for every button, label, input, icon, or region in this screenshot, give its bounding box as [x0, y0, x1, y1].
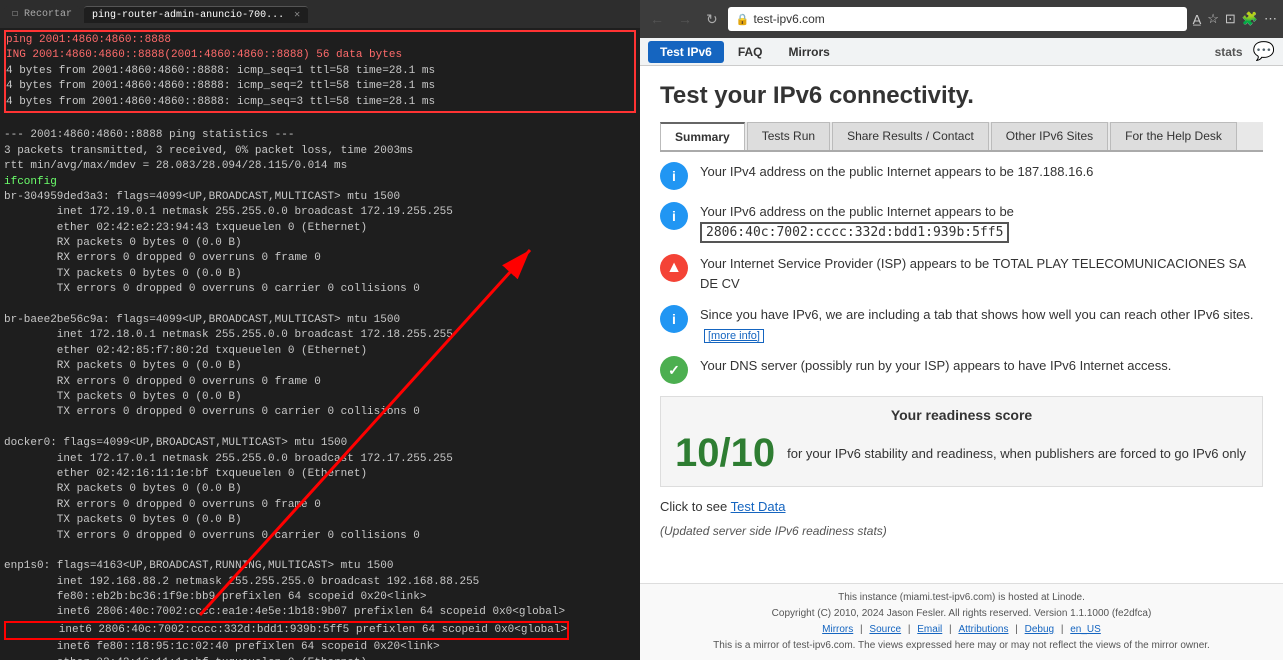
terminal-line: 4 bytes from 2001:4860:4860::8888: icmp_…: [6, 96, 435, 108]
footer-link-source[interactable]: Source: [869, 624, 901, 635]
footer-link-locale[interactable]: en_US: [1070, 624, 1101, 635]
chat-icon[interactable]: 💬: [1253, 41, 1275, 62]
terminal-line: 4 bytes from 2001:4860:4860::8888: icmp_…: [6, 80, 435, 92]
address-text: test-ipv6.com: [753, 12, 824, 26]
info-row-ipv6: i Your IPv6 address on the public Intern…: [660, 202, 1263, 242]
footer-copyright: Copyright (C) 2010, 2024 Jason Fesler. A…: [650, 606, 1273, 622]
ping-highlight-block: ping 2001:4860:4860::8888 ING 2001:4860:…: [4, 30, 636, 113]
ipv6-address-highlight: 2806:40c:7002:cccc:332d:bdd1:939b:5ff5: [700, 222, 1009, 243]
translate-icon[interactable]: A̲: [1193, 12, 1202, 27]
favorites-icon[interactable]: ☆: [1207, 11, 1219, 27]
tab-other-ipv6[interactable]: Other IPv6 Sites: [991, 122, 1108, 150]
settings-icon[interactable]: ⋯: [1264, 11, 1277, 27]
browser-chrome: ← → ↻ 🔒 test-ipv6.com A̲ ☆ ⊡ 🧩 ⋯: [640, 0, 1283, 38]
browser-footer: This instance (miami.test-ipv6.com) is h…: [640, 583, 1283, 660]
terminal-line: --- 2001:4860:4860::8888 ping statistics…: [4, 129, 413, 172]
test-data-label: Click to see: [660, 499, 727, 514]
test-data-link[interactable]: Test Data: [731, 499, 786, 514]
tab-summary[interactable]: Summary: [660, 122, 745, 150]
terminal-panel: ☐ Recortar ping-router-admin-anuncio-700…: [0, 0, 640, 660]
footer-instance: This instance (miami.test-ipv6.com) is h…: [650, 590, 1273, 606]
info-rows-container: i Your IPv4 address on the public Intern…: [660, 162, 1263, 384]
info-text-ipv6: Your IPv6 address on the public Internet…: [700, 202, 1014, 242]
info-text-isp: Your Internet Service Provider (ISP) app…: [700, 254, 1263, 293]
stats-link[interactable]: stats: [1215, 45, 1243, 59]
footer-links: Mirrors | Source | Email | Attributions …: [650, 622, 1273, 638]
readiness-score-row: 10/10 for your IPv6 stability and readin…: [675, 431, 1248, 476]
site-nav-tabs: Test IPv6 FAQ Mirrors stats 💬: [640, 38, 1283, 66]
info-icon-dns: ✓: [660, 356, 688, 384]
info-text-dns: Your DNS server (possibly run by your IS…: [700, 356, 1171, 376]
info-icon-ipv6tab: i: [660, 305, 688, 333]
footer-link-debug[interactable]: Debug: [1025, 624, 1054, 635]
tab-help-desk[interactable]: For the Help Desk: [1110, 122, 1237, 150]
terminal-line: ping 2001:4860:4860::8888: [6, 34, 171, 46]
back-button[interactable]: ←: [646, 9, 668, 29]
footer-link-attributions[interactable]: Attributions: [958, 624, 1008, 635]
page-title: Test your IPv6 connectivity.: [660, 82, 1263, 110]
collections-icon[interactable]: ⊡: [1225, 11, 1236, 27]
inet6-highlight-line: inet6 2806:40c:7002:cccc:332d:bdd1:939b:…: [4, 621, 569, 640]
extensions-icon[interactable]: 🧩: [1242, 11, 1258, 27]
browser-main-content: Test your IPv6 connectivity. Summary Tes…: [640, 66, 1283, 583]
forward-button[interactable]: →: [674, 9, 696, 29]
terminal-line: br-304959ded3a3: flags=4099<UP,BROADCAST…: [4, 191, 565, 619]
info-text-ipv4: Your IPv4 address on the public Internet…: [700, 162, 1093, 182]
readiness-title: Your readiness score: [675, 407, 1248, 423]
terminal-line: inet6 fe80::18:95:1c:02:40 prefixlen 64 …: [4, 641, 440, 660]
refresh-button[interactable]: ↻: [702, 9, 722, 30]
terminal-output: ping 2001:4860:4860::8888 ING 2001:4860:…: [0, 28, 640, 660]
info-icon-isp: ▲: [660, 254, 688, 282]
ipv6-tab-text: Since you have IPv6, we are including a …: [700, 307, 1254, 322]
tab-test-ipv6[interactable]: Test IPv6: [648, 41, 724, 63]
tab-tests-run[interactable]: Tests Run: [747, 122, 830, 150]
footer-link-email[interactable]: Email: [917, 624, 942, 635]
terminal-tab-bar: ☐ Recortar ping-router-admin-anuncio-700…: [0, 0, 640, 28]
browser-panel: ← → ↻ 🔒 test-ipv6.com A̲ ☆ ⊡ 🧩 ⋯ Test IP…: [640, 0, 1283, 660]
info-row-ipv6-tab: i Since you have IPv6, we are including …: [660, 305, 1263, 344]
terminal-line: ING 2001:4860:4860::8888(2001:4860:4860:…: [6, 49, 402, 61]
terminal-line: ifconfig: [4, 176, 57, 188]
tab-faq[interactable]: FAQ: [726, 41, 775, 63]
test-data-row: Click to see Test Data: [660, 499, 1263, 514]
footer-mirror-note: This is a mirror of test-ipv6.com. The v…: [650, 638, 1273, 654]
info-row-dns: ✓ Your DNS server (possibly run by your …: [660, 356, 1263, 384]
tab-close-icon[interactable]: ✕: [294, 10, 300, 21]
terminal-line: 4 bytes from 2001:4860:4860::8888: icmp_…: [6, 65, 435, 77]
info-icon-ipv4: i: [660, 162, 688, 190]
info-text-ipv6tab: Since you have IPv6, we are including a …: [700, 305, 1263, 344]
content-tabs: Summary Tests Run Share Results / Contac…: [660, 122, 1263, 152]
footer-instance-text: This instance (miami.test-ipv6.com) is h…: [838, 592, 1085, 603]
info-icon-ipv6: i: [660, 202, 688, 230]
footer-link-mirrors[interactable]: Mirrors: [822, 624, 853, 635]
address-bar[interactable]: 🔒 test-ipv6.com: [728, 7, 1187, 31]
more-info-link[interactable]: [more info]: [704, 329, 764, 343]
readiness-box: Your readiness score 10/10 for your IPv6…: [660, 396, 1263, 487]
ipv6-label: Your IPv6 address on the public Internet…: [700, 204, 1014, 219]
lock-icon: 🔒: [736, 13, 750, 26]
info-row-isp: ▲ Your Internet Service Provider (ISP) a…: [660, 254, 1263, 293]
info-row-ipv4: i Your IPv4 address on the public Intern…: [660, 162, 1263, 190]
tab-mirrors[interactable]: Mirrors: [776, 41, 841, 63]
updated-text: (Updated server side IPv6 readiness stat…: [660, 524, 1263, 538]
readiness-description: for your IPv6 stability and readiness, w…: [787, 446, 1246, 461]
terminal-tab-recortar[interactable]: ☐ Recortar: [4, 6, 80, 22]
terminal-tab-ping[interactable]: ping-router-admin-anuncio-700... ✕: [84, 6, 308, 23]
browser-toolbar-icons: A̲ ☆ ⊡ 🧩 ⋯: [1193, 11, 1277, 27]
readiness-score: 10/10: [675, 431, 775, 476]
tab-share-results[interactable]: Share Results / Contact: [832, 122, 989, 150]
